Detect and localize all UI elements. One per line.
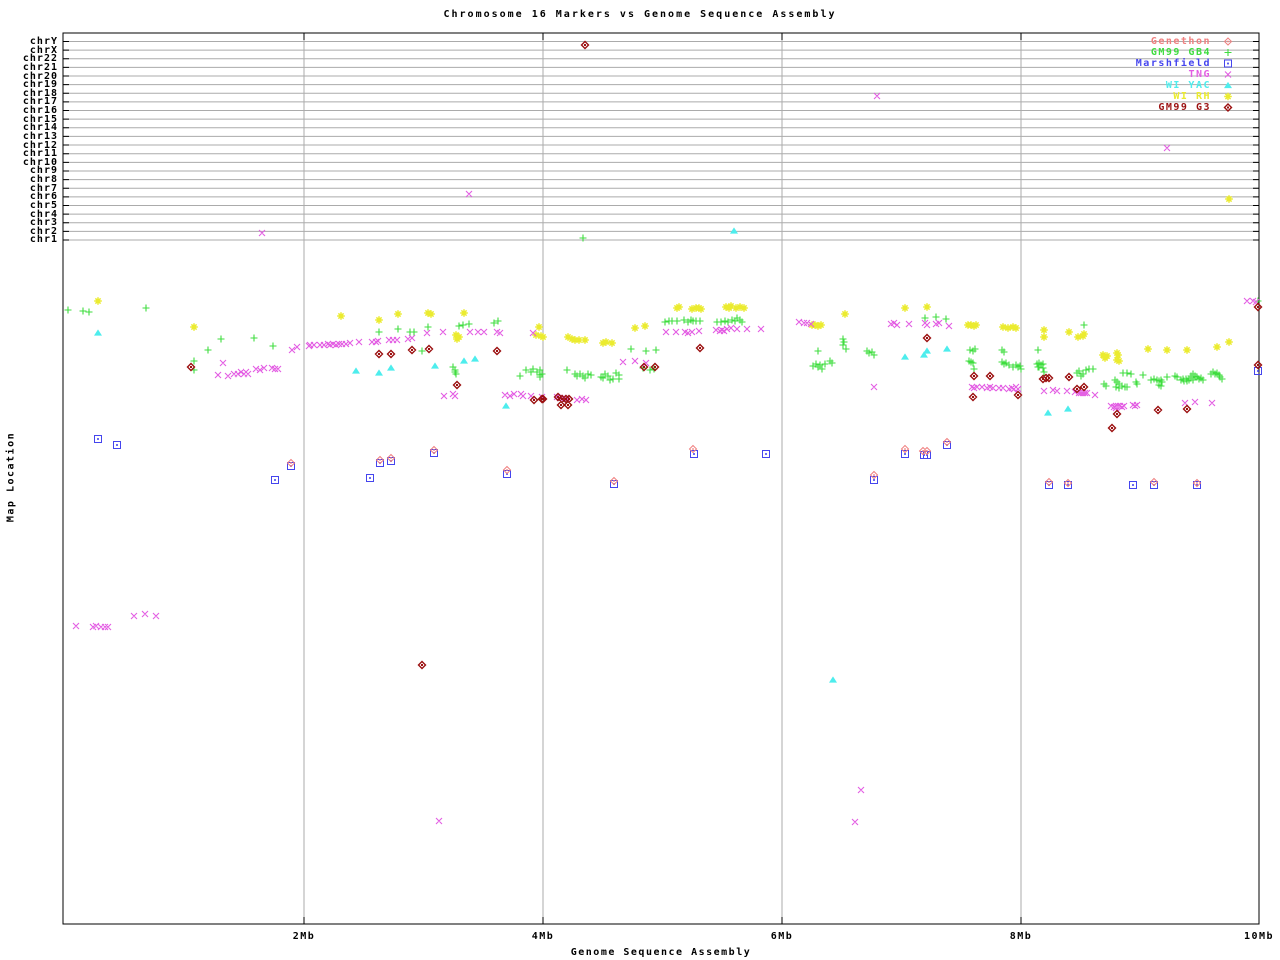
legend-entry-wi-yac: WI YAC: [1000, 80, 1236, 91]
legend-entry-genethon: Genethon: [1000, 36, 1236, 47]
legend-marker-tng: [1224, 71, 1232, 78]
legend-label: GM99 GB4: [1150, 47, 1211, 58]
legend-label: Genethon: [1150, 36, 1211, 47]
legend-label: WI RH: [1173, 91, 1211, 102]
legend-marker-gm99-g3: [1223, 103, 1233, 112]
legend-entry-marshfield: Marshfield: [1000, 58, 1236, 69]
legend-marker-wi-rh: [1224, 92, 1232, 101]
plot-area: [62, 32, 1263, 925]
legend-entry-wi-rh: WI RH: [1000, 91, 1236, 102]
series-gm99-gb4: [64, 234, 1262, 392]
legend-entry-gm99-g3: GM99 G3: [1000, 102, 1236, 113]
legend-marker-wi-yac: [1224, 81, 1232, 89]
x-tick-label-8mb: 8Mb: [1009, 931, 1033, 942]
legend-marker-genethon: [1223, 37, 1233, 46]
x-axis-title: Genome Sequence Assembly: [570, 947, 752, 958]
x-tick-label-10mb: 10Mb: [1243, 931, 1275, 942]
axis-ticks: [63, 33, 1260, 924]
legend-marker-marshfield: [1224, 59, 1232, 68]
series-genethon: [286, 437, 1202, 488]
legend: Genethon GM99 GB4 Marshfield TNG WI YAC WI RH…: [1000, 36, 1236, 113]
x-tick-label-6mb: 6Mb: [770, 931, 794, 942]
series-tng: [72, 92, 1260, 826]
chart-canvas: Chromosome 16 Markers vs Genome Sequence…: [0, 0, 1280, 960]
x-tick-label-4mb: 4Mb: [531, 931, 555, 942]
y-tick-label-chr1: chr1: [29, 234, 58, 246]
plot-border: [62, 32, 1260, 925]
legend-label: GM99 G3: [1158, 102, 1211, 113]
legend-label: Marshfield: [1135, 58, 1211, 69]
legend-label: TNG: [1188, 69, 1211, 80]
legend-marker-gm99-gb4: [1224, 49, 1232, 56]
legend-entry-tng: TNG: [1000, 69, 1236, 80]
legend-label: WI YAC: [1165, 80, 1211, 91]
series-wi-rh: [94, 195, 1233, 365]
legend-entry-gm99-gb4: GM99 GB4: [1000, 47, 1236, 58]
series-wi-yac: [94, 227, 1072, 683]
x-tick-label-2mb: 2Mb: [292, 931, 316, 942]
gridlines: [63, 33, 1259, 924]
